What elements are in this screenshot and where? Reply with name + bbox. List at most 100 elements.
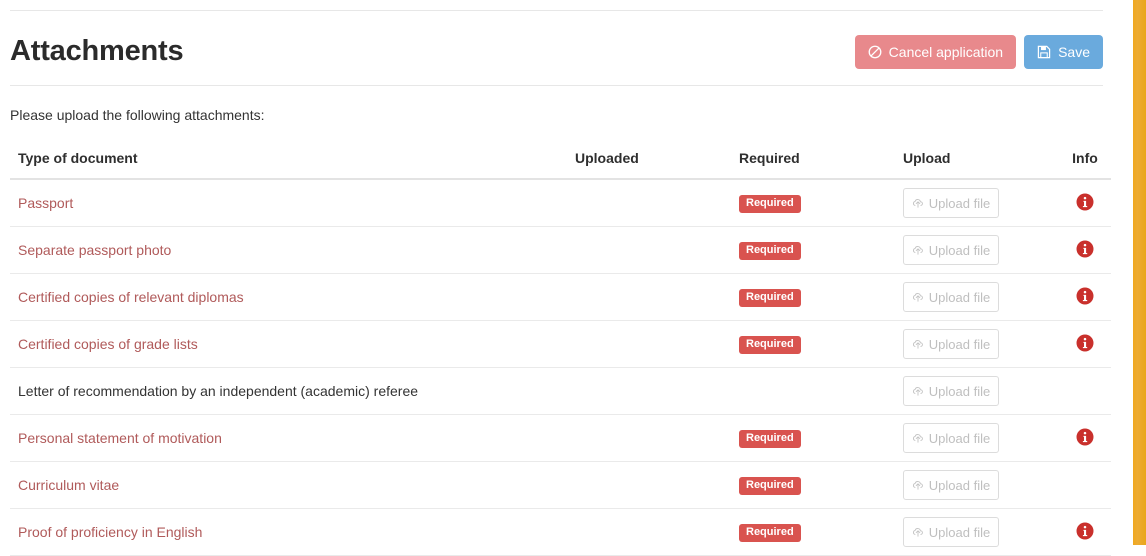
upload-file-button[interactable]: Upload file xyxy=(903,329,999,359)
info-circle-icon[interactable] xyxy=(1076,287,1094,305)
upload-file-button[interactable]: Upload file xyxy=(903,188,999,218)
upload-file-button[interactable]: Upload file xyxy=(903,470,999,500)
cell-upload: Upload file xyxy=(903,226,1059,274)
info-circle-icon[interactable] xyxy=(1076,428,1094,446)
top-divider xyxy=(10,10,1103,11)
cell-info xyxy=(1059,273,1111,321)
cell-upload: Upload file xyxy=(903,414,1059,462)
upload-file-label: Upload file xyxy=(928,289,991,305)
document-type-label: Letter of recommendation by an independe… xyxy=(18,383,419,399)
cell-required: Required xyxy=(739,273,903,321)
cell-document-type: Certified copies of relevant diplomas xyxy=(10,273,575,321)
document-type-link[interactable]: Separate passport photo xyxy=(18,242,171,258)
save-button[interactable]: Save xyxy=(1024,35,1103,69)
document-type-link[interactable]: Passport xyxy=(18,195,73,211)
status-badge-required: Required xyxy=(739,289,801,307)
cell-document-type: Letter of recommendation by an independe… xyxy=(10,367,575,415)
column-header-required: Required xyxy=(739,136,903,180)
table-row: Proof of proficiency in English Required U… xyxy=(10,508,1111,556)
cell-info xyxy=(1059,461,1111,509)
cloud-upload-icon xyxy=(912,244,924,256)
document-type-link[interactable]: Certified copies of grade lists xyxy=(18,336,198,352)
attachments-table: Type of document Uploaded Required Uploa… xyxy=(10,136,1111,556)
cell-required: Required xyxy=(739,508,903,556)
column-header-type-of-document: Type of document xyxy=(10,136,575,180)
status-badge-required: Required xyxy=(739,477,801,495)
cell-required: Required xyxy=(739,414,903,462)
cell-document-type: Curriculum vitae xyxy=(10,461,575,509)
column-header-uploaded: Uploaded xyxy=(575,136,739,180)
upload-file-button[interactable]: Upload file xyxy=(903,235,999,265)
cell-info xyxy=(1059,508,1111,556)
cloud-upload-icon xyxy=(912,526,924,538)
cloud-upload-icon xyxy=(912,385,924,397)
status-badge-required: Required xyxy=(739,430,801,448)
document-type-link[interactable]: Certified copies of relevant diplomas xyxy=(18,289,244,305)
cloud-upload-icon xyxy=(912,338,924,350)
cell-document-type: Proof of proficiency in English xyxy=(10,508,575,556)
cell-document-type: Passport xyxy=(10,179,575,227)
upload-file-button[interactable]: Upload file xyxy=(903,517,999,547)
cell-info xyxy=(1059,414,1111,462)
table-row: Letter of recommendation by an independe… xyxy=(10,367,1111,415)
cell-upload: Upload file xyxy=(903,273,1059,321)
cell-info xyxy=(1059,367,1111,415)
status-badge-required: Required xyxy=(739,336,801,354)
intro-text: Please upload the following attachments: xyxy=(10,107,265,123)
info-circle-icon[interactable] xyxy=(1076,334,1094,352)
upload-file-label: Upload file xyxy=(928,195,991,211)
page-right-gap xyxy=(1125,0,1133,545)
cell-info xyxy=(1059,179,1111,227)
cell-document-type: Certified copies of grade lists xyxy=(10,320,575,368)
document-type-link[interactable]: Curriculum vitae xyxy=(18,477,119,493)
info-empty xyxy=(1059,391,1111,392)
info-empty xyxy=(1059,485,1111,486)
required-empty xyxy=(739,391,903,392)
column-header-info: Info xyxy=(1059,136,1111,180)
page-title: Attachments xyxy=(10,35,184,67)
upload-file-button[interactable]: Upload file xyxy=(903,376,999,406)
cell-required xyxy=(739,367,903,415)
cell-uploaded xyxy=(575,367,739,415)
upload-file-label: Upload file xyxy=(928,383,991,399)
table-row: Certified copies of grade lists Required U… xyxy=(10,320,1111,368)
info-circle-icon[interactable] xyxy=(1076,240,1094,258)
cell-uploaded xyxy=(575,414,739,462)
status-badge-required: Required xyxy=(739,524,801,542)
cell-uploaded xyxy=(575,508,739,556)
upload-file-label: Upload file xyxy=(928,524,991,540)
cell-upload: Upload file xyxy=(903,320,1059,368)
attachments-page: Attachments Cancel application Save Plea… xyxy=(0,0,1125,556)
cell-uploaded xyxy=(575,461,739,509)
info-circle-icon[interactable] xyxy=(1076,193,1094,211)
cancel-application-button[interactable]: Cancel application xyxy=(854,35,1017,69)
info-circle-icon[interactable] xyxy=(1076,522,1094,540)
ban-icon xyxy=(868,45,882,59)
cell-document-type: Personal statement of motivation xyxy=(10,414,575,462)
upload-file-button[interactable]: Upload file xyxy=(903,282,999,312)
document-type-link[interactable]: Personal statement of motivation xyxy=(18,430,222,446)
cell-upload: Upload file xyxy=(903,179,1059,227)
cell-upload: Upload file xyxy=(903,508,1059,556)
cloud-upload-icon xyxy=(912,197,924,209)
cloud-upload-icon xyxy=(912,432,924,444)
cell-required: Required xyxy=(739,461,903,509)
header-divider xyxy=(10,85,1103,86)
upload-file-label: Upload file xyxy=(928,336,991,352)
status-badge-required: Required xyxy=(739,242,801,260)
cell-uploaded xyxy=(575,273,739,321)
table-row: Curriculum vitae Required Upload file xyxy=(10,461,1111,509)
upload-file-label: Upload file xyxy=(928,242,991,258)
upload-file-button[interactable]: Upload file xyxy=(903,423,999,453)
table-body: Passport Required Upload file Separate pass… xyxy=(10,179,1111,556)
table-row: Separate passport photo Required Upload fi… xyxy=(10,226,1111,274)
floppy-disk-icon xyxy=(1037,45,1051,59)
upload-file-label: Upload file xyxy=(928,477,991,493)
cell-required: Required xyxy=(739,320,903,368)
document-type-link[interactable]: Proof of proficiency in English xyxy=(18,524,202,540)
upload-file-label: Upload file xyxy=(928,430,991,446)
cloud-upload-icon xyxy=(912,291,924,303)
table-row: Certified copies of relevant diplomas Req… xyxy=(10,273,1111,321)
cell-upload: Upload file xyxy=(903,367,1059,415)
header-actions: Cancel application Save xyxy=(854,35,1103,69)
